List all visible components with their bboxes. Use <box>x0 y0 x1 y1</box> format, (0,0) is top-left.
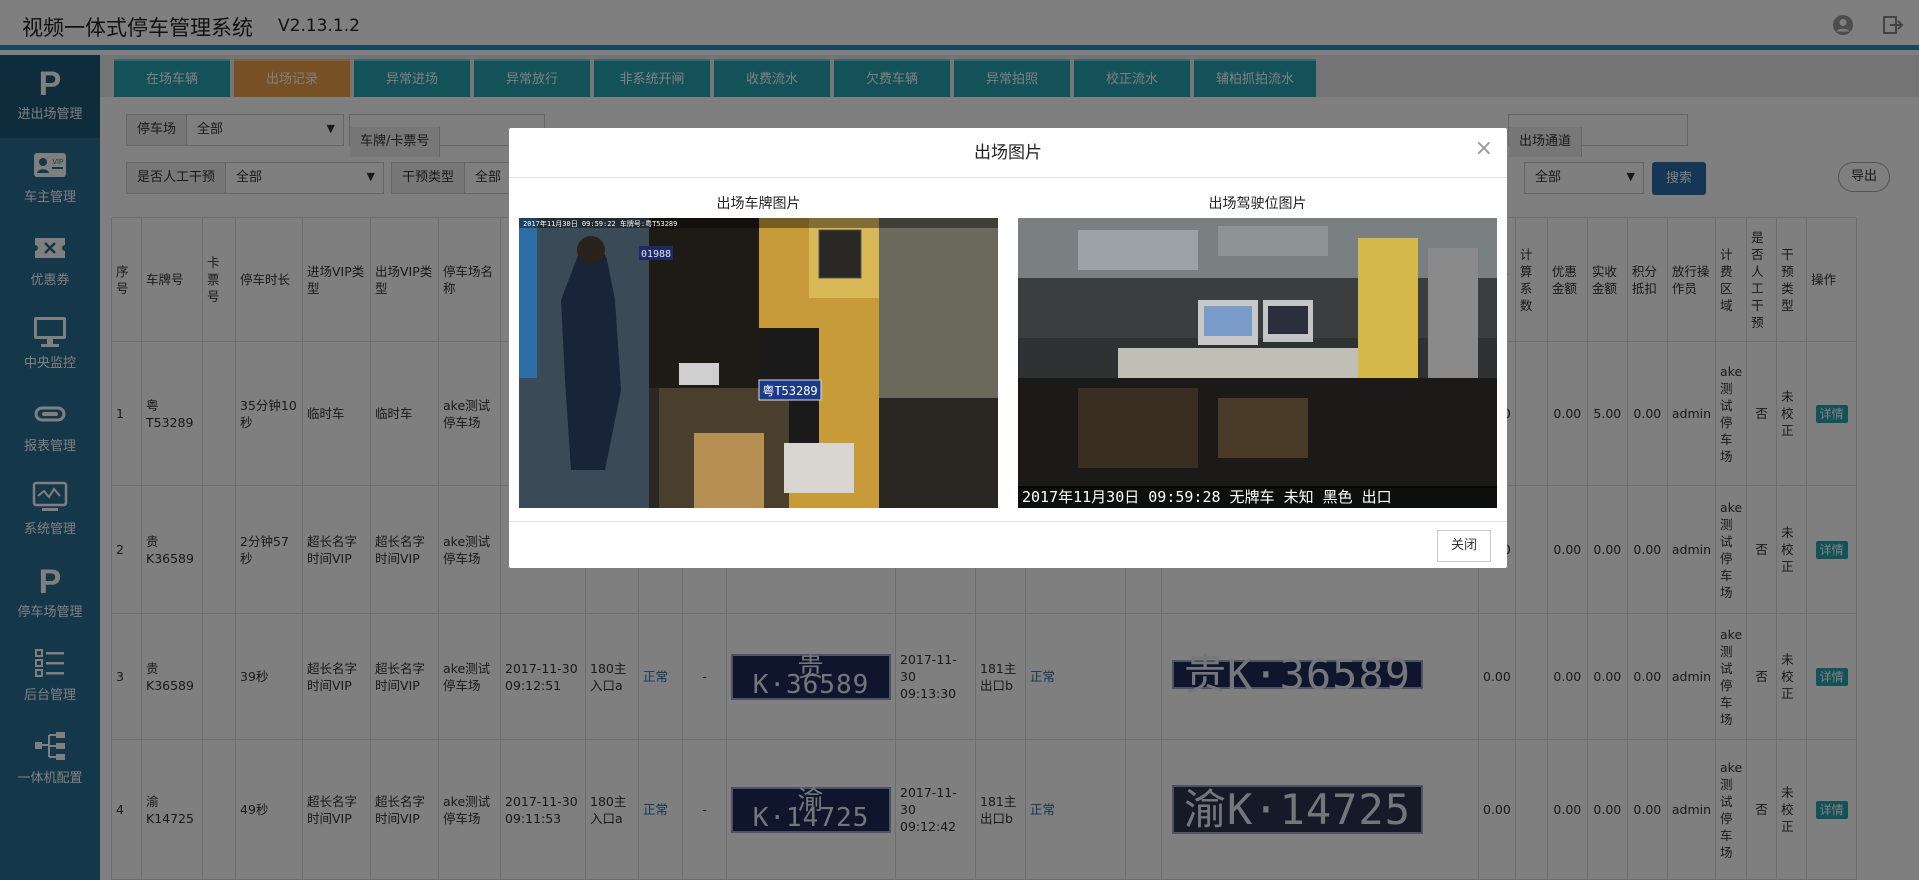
left-image-caption: 出场车牌图片 <box>716 196 801 212</box>
photo-timestamp: 2017年11月30日 09:59:22 车牌号:粤T53289 <box>523 219 677 228</box>
photo-plate-text: 粤T53289 <box>762 383 817 398</box>
close-button[interactable]: 关闭 <box>1437 530 1491 562</box>
exit-driver-photo-image: 2017年11月30日 09:59:28 无牌车 未知 黑色 出口 <box>1018 218 1497 508</box>
modal-title: 出场图片 <box>509 128 1507 178</box>
exit-plate-photo: 01988 粤T53289 2017年11月30日 09:59:22 车牌号:粤… <box>519 218 998 508</box>
modal-footer: 关闭 <box>509 521 1507 568</box>
exit-plate-photo-image: 01988 粤T53289 2017年11月30日 09:59:22 车牌号:粤… <box>519 218 998 508</box>
photo-timestamp: 2017年11月30日 09:59:28 无牌车 未知 黑色 出口 <box>1022 488 1392 506</box>
exit-photo-modal: 出场图片 × 出场车牌图片 出场驾驶位图片 01988 粤T53289 2017… <box>509 128 1507 568</box>
sign-text: 01988 <box>641 249 671 260</box>
close-icon[interactable]: × <box>1475 136 1493 161</box>
exit-driver-photo: 2017年11月30日 09:59:28 无牌车 未知 黑色 出口 <box>1018 218 1497 508</box>
right-image-caption: 出场驾驶位图片 <box>1208 196 1307 212</box>
